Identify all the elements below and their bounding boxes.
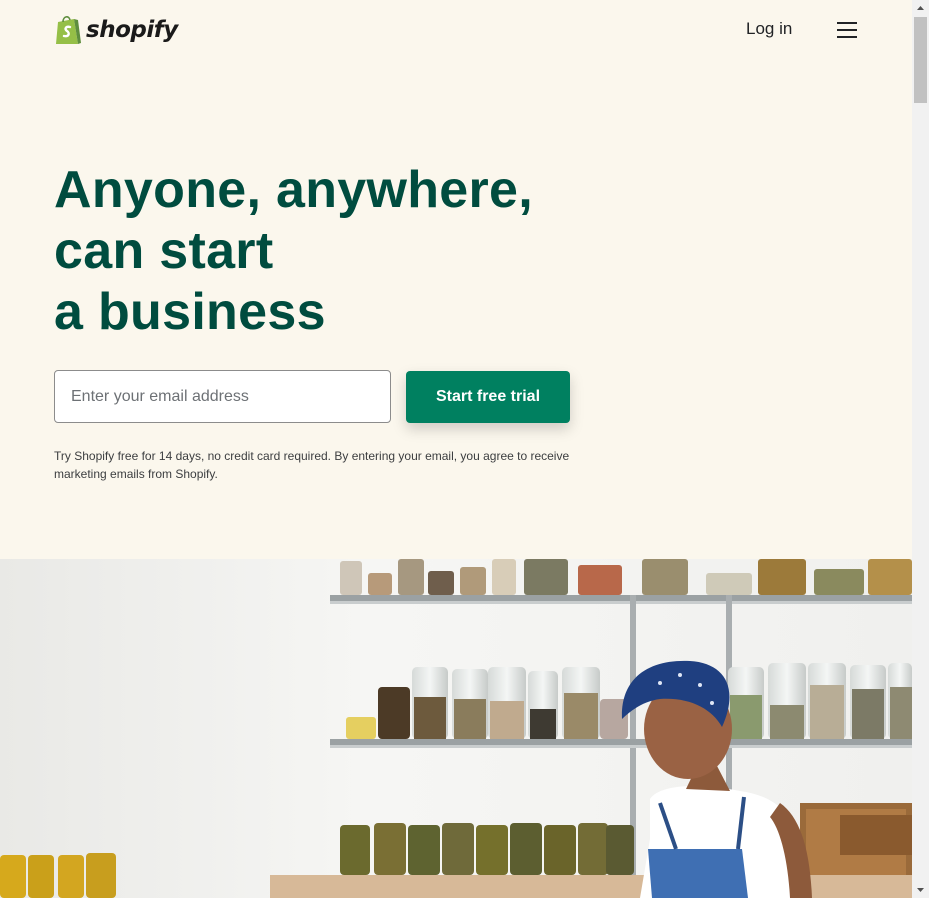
logo-wordmark: shopify: [86, 17, 178, 43]
hero-image: [0, 559, 912, 898]
page-scrollbar[interactable]: [912, 0, 929, 898]
shopify-bag-icon: [56, 16, 81, 44]
signup-form: Start free trial: [54, 370, 574, 424]
menu-bar: [837, 22, 857, 24]
hero-headline: Anyone, anywhere, can start a business: [54, 160, 533, 343]
shopify-logo[interactable]: shopify: [54, 14, 178, 46]
headline-line-1: Anyone, anywhere,: [54, 161, 534, 219]
headline-line-3: a business: [54, 283, 326, 341]
scroll-up-arrow-icon[interactable]: [912, 0, 929, 17]
scroll-down-arrow-icon[interactable]: [912, 881, 929, 898]
page: shopify Log in Anyone, anywhere, can sta…: [0, 0, 912, 898]
start-free-trial-button[interactable]: Start free trial: [406, 371, 570, 423]
scroll-thumb[interactable]: [914, 17, 927, 103]
menu-bar: [837, 29, 857, 31]
menu-bar: [837, 36, 857, 38]
hamburger-menu-icon[interactable]: [835, 20, 859, 40]
shop-owner-illustration: [0, 559, 912, 898]
headline-line-2: can start: [54, 222, 274, 280]
email-input[interactable]: [54, 370, 391, 423]
signup-disclaimer: Try Shopify free for 14 days, no credit …: [54, 449, 570, 481]
login-link[interactable]: Log in: [746, 19, 792, 39]
